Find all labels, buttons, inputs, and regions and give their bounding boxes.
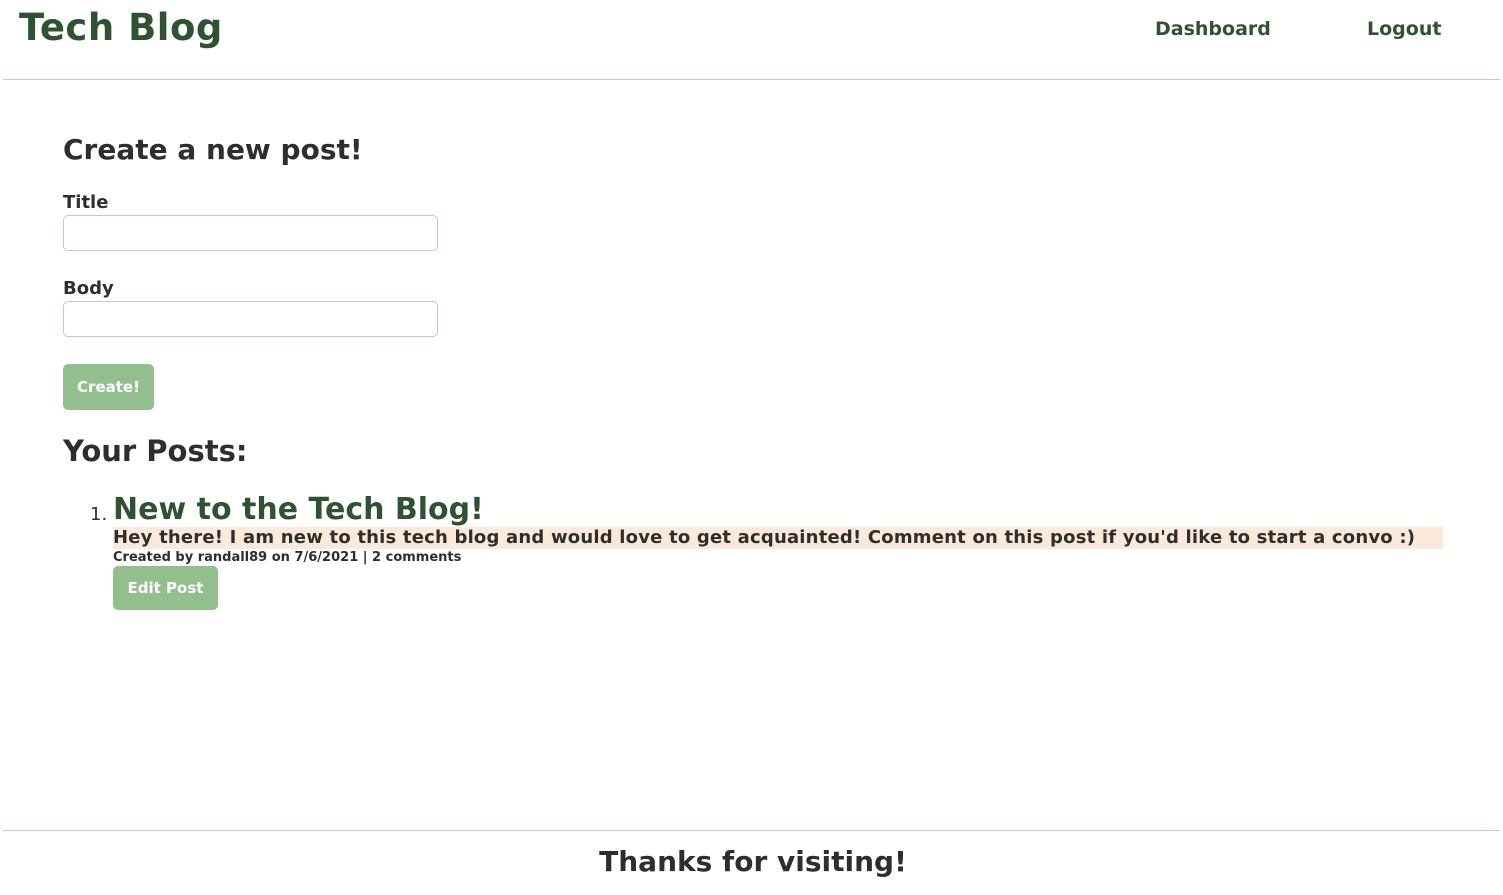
nav-dashboard-link[interactable]: Dashboard [1155, 18, 1271, 40]
body-field-label: Body [63, 278, 114, 299]
your-posts-heading: Your Posts: [63, 434, 248, 468]
footer-message: Thanks for visiting! [599, 845, 907, 878]
new-post-heading: Create a new post! [63, 133, 363, 166]
title-field-label: Title [63, 192, 109, 213]
post-body-text: Hey there! I am new to this tech blog an… [113, 527, 1443, 549]
post-list-item: 1. New to the Tech Blog! Hey there! I am… [63, 492, 1443, 612]
post-title-link[interactable]: New to the Tech Blog! [113, 492, 484, 527]
edit-post-button[interactable]: Edit Post [113, 566, 218, 610]
post-title-input[interactable] [63, 215, 438, 251]
site-footer: Thanks for visiting! [3, 830, 1500, 895]
nav-logout-link[interactable]: Logout [1367, 18, 1441, 40]
posts-list: 1. New to the Tech Blog! Hey there! I am… [63, 492, 1443, 612]
post-number: 1. [90, 504, 108, 525]
site-title-link[interactable]: Tech Blog [19, 6, 223, 49]
create-post-button[interactable]: Create! [63, 364, 154, 410]
post-body-input[interactable] [63, 301, 438, 337]
post-meta: Created by randall89 on 7/6/2021 | 2 com… [113, 550, 462, 565]
site-header: Tech Blog Dashboard Logout [3, 0, 1500, 80]
